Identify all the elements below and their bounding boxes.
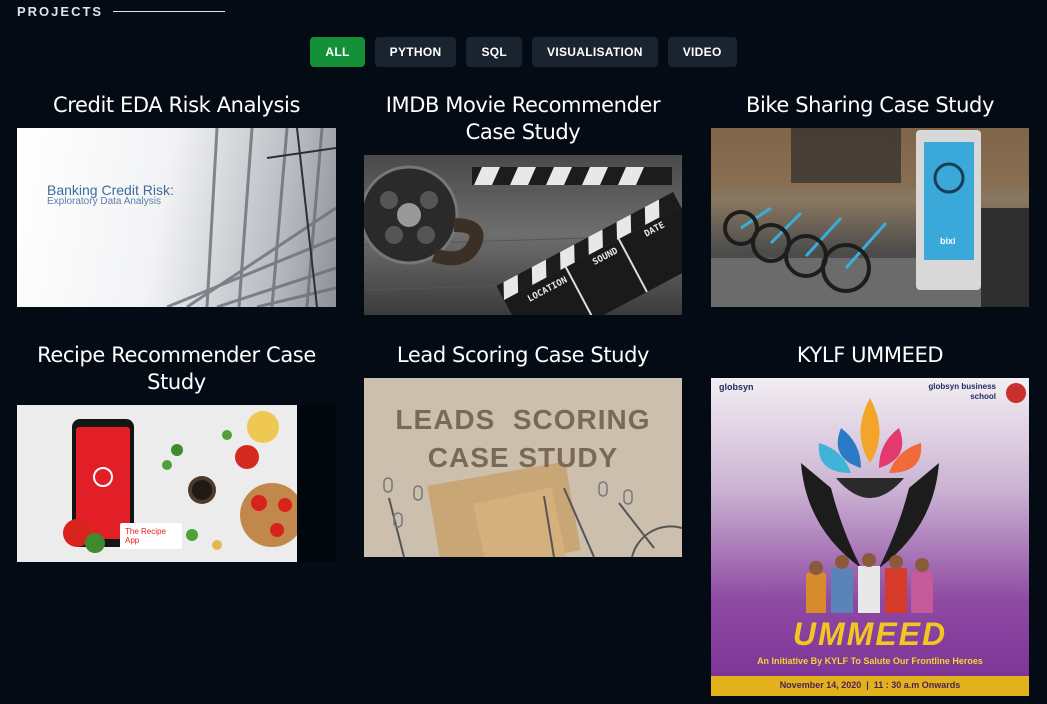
filter-sql[interactable]: SQL bbox=[466, 37, 523, 67]
project-thumbnail[interactable]: LOCATION SOUND DATE bbox=[364, 155, 682, 315]
project-title[interactable]: Recipe Recommender Case Study bbox=[17, 342, 336, 396]
project-filters: ALL PYTHON SQL VISUALISATION VIDEO bbox=[0, 37, 1047, 67]
poster-date: November 14, 2020 | 11 : 30 a.m Onwards bbox=[779, 680, 961, 690]
app-label-card: The Recipe App bbox=[120, 523, 182, 549]
filter-all[interactable]: ALL bbox=[310, 37, 365, 67]
filter-video[interactable]: VIDEO bbox=[667, 37, 737, 67]
filter-visualisation[interactable]: VISUALISATION bbox=[532, 37, 658, 67]
project-card-recipe[interactable]: Recipe Recommender Case Study The Recipe… bbox=[17, 342, 336, 562]
project-title[interactable]: Credit EDA Risk Analysis bbox=[17, 92, 336, 119]
thumb-subheading: Exploratory Data Analysis bbox=[47, 196, 161, 207]
section-title-line bbox=[113, 11, 226, 12]
section-title: PROJECTS bbox=[17, 4, 104, 19]
project-thumbnail[interactable]: bixi bbox=[711, 128, 1029, 307]
project-title[interactable]: Bike Sharing Case Study bbox=[711, 92, 1029, 119]
thumb-line-2: CASE STUDY bbox=[427, 442, 619, 473]
project-card-lead-scoring[interactable]: Lead Scoring Case Study LEADS SCORING CA… bbox=[364, 342, 682, 557]
project-title[interactable]: IMDB Movie Recommender Case Study bbox=[364, 92, 682, 146]
poster-title: UMMEED bbox=[792, 616, 948, 652]
project-thumbnail[interactable]: Banking Credit Risk: Exploratory Data An… bbox=[17, 128, 336, 307]
project-card-kylf-ummeed[interactable]: KYLF UMMEED globsyn globsyn business sch… bbox=[711, 342, 1029, 696]
project-thumbnail[interactable]: The Recipe App bbox=[17, 405, 336, 562]
filter-python[interactable]: PYTHON bbox=[374, 37, 457, 67]
kiosk-brand-text: bixi bbox=[940, 236, 956, 246]
thumb-line-1: LEADS SCORING bbox=[395, 404, 651, 435]
film-reel-clapper-icon bbox=[364, 165, 682, 315]
project-thumbnail[interactable]: globsyn globsyn business school UMMEED A… bbox=[711, 378, 1029, 696]
project-thumbnail[interactable]: LEADS SCORING CASE STUDY bbox=[364, 378, 682, 557]
recipe-photo: The Recipe App bbox=[17, 405, 297, 562]
project-card-imdb[interactable]: IMDB Movie Recommender Case Study LOCATI… bbox=[364, 92, 682, 315]
project-card-credit-eda[interactable]: Credit EDA Risk Analysis Banking Credit … bbox=[17, 92, 336, 307]
project-title[interactable]: KYLF UMMEED bbox=[711, 342, 1029, 369]
project-card-bike-sharing[interactable]: Bike Sharing Case Study bixi bbox=[711, 92, 1029, 307]
bike-station-illustration bbox=[711, 128, 1029, 307]
building-glass-illustration bbox=[166, 128, 336, 307]
project-title[interactable]: Lead Scoring Case Study bbox=[364, 342, 682, 369]
app-label: The Recipe App bbox=[125, 527, 166, 545]
section-header: PROJECTS bbox=[17, 4, 226, 19]
poster-tagline: An Initiative By KYLF To Salute Our Fron… bbox=[757, 656, 983, 666]
